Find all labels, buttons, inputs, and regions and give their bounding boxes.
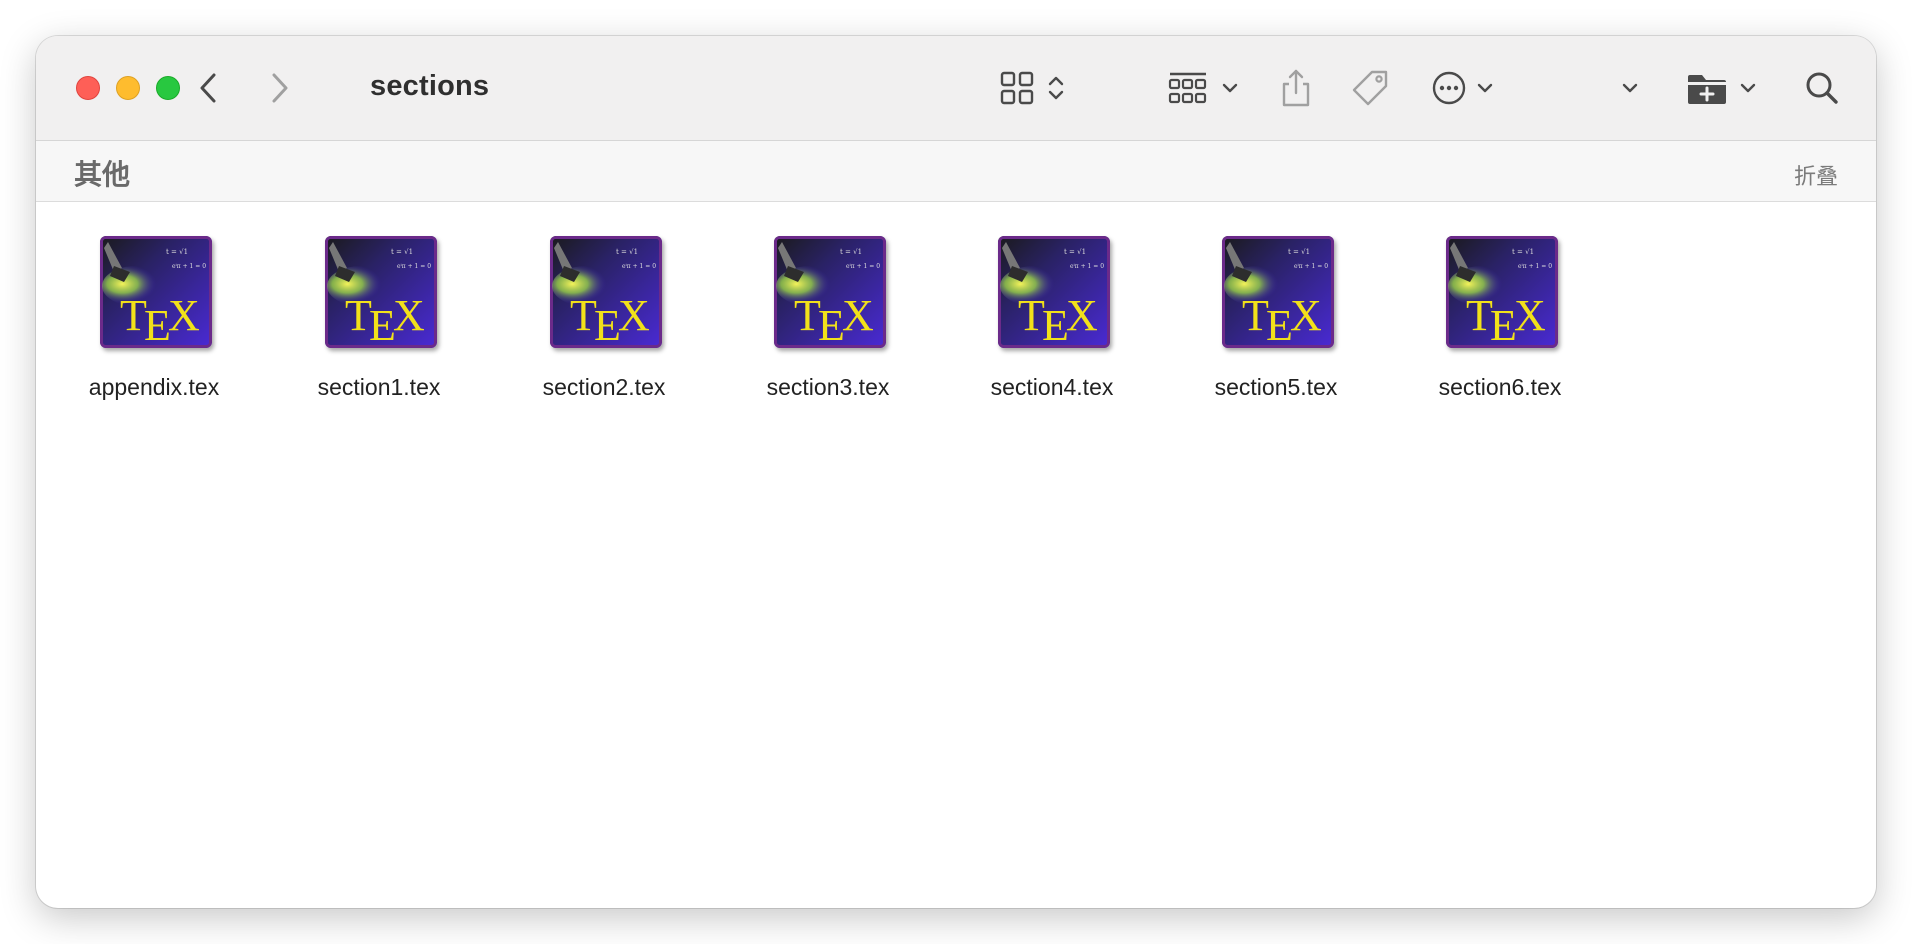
new-folder-button[interactable] bbox=[1682, 64, 1766, 112]
svg-text:E: E bbox=[818, 301, 845, 348]
search-button[interactable] bbox=[1798, 64, 1846, 112]
toolbar-overflow-button[interactable] bbox=[1608, 66, 1652, 110]
svg-text:T: T bbox=[1018, 291, 1045, 340]
svg-text:X: X bbox=[168, 291, 200, 340]
file-name: section6.tex bbox=[1438, 374, 1562, 400]
tex-file-icon: t = √1 eⁱπ + 1 = 0 T E X bbox=[1222, 236, 1334, 348]
svg-text:E: E bbox=[369, 301, 396, 348]
svg-text:eⁱπ + 1 = 0: eⁱπ + 1 = 0 bbox=[1518, 263, 1552, 270]
chevron-right-icon bbox=[272, 73, 288, 103]
group-title: 其他 bbox=[74, 159, 131, 190]
file-item[interactable]: t = √1 eⁱπ + 1 = 0 T E X section1.tex bbox=[279, 236, 479, 400]
svg-text:eⁱπ + 1 = 0: eⁱπ + 1 = 0 bbox=[397, 263, 431, 270]
svg-text:t = √1: t = √1 bbox=[391, 248, 413, 256]
search-icon bbox=[1806, 72, 1838, 104]
svg-text:t = √1: t = √1 bbox=[1064, 248, 1086, 256]
svg-text:t = √1: t = √1 bbox=[616, 248, 638, 256]
svg-text:E: E bbox=[594, 301, 621, 348]
svg-text:eⁱπ + 1 = 0: eⁱπ + 1 = 0 bbox=[172, 263, 206, 270]
svg-text:E: E bbox=[1042, 301, 1069, 348]
svg-text:t = √1: t = √1 bbox=[840, 248, 862, 256]
finder-window: sections 其他 折叠 t = √1 eⁱπ + 1 = 0 T E X … bbox=[36, 36, 1876, 908]
tex-file-icon: t = √1 eⁱπ + 1 = 0 T E X bbox=[1446, 236, 1558, 348]
file-item[interactable]: t = √1 eⁱπ + 1 = 0 T E X section4.tex bbox=[952, 236, 1152, 400]
file-name: section5.tex bbox=[1214, 374, 1338, 400]
svg-text:X: X bbox=[1066, 291, 1098, 340]
svg-text:T: T bbox=[1466, 291, 1493, 340]
tex-file-icon: t = √1 eⁱπ + 1 = 0 T E X bbox=[774, 236, 886, 348]
svg-text:t = √1: t = √1 bbox=[1512, 248, 1534, 256]
view-mode-button[interactable] bbox=[980, 66, 1090, 110]
svg-text:E: E bbox=[144, 301, 171, 348]
svg-text:T: T bbox=[120, 291, 147, 340]
file-item[interactable]: t = √1 eⁱπ + 1 = 0 T E X section3.tex bbox=[728, 236, 928, 400]
folder-plus-icon bbox=[1688, 75, 1756, 104]
action-menu-button[interactable] bbox=[1428, 66, 1504, 110]
svg-text:t = √1: t = √1 bbox=[166, 248, 188, 256]
minimize-button[interactable] bbox=[116, 76, 140, 100]
svg-text:X: X bbox=[393, 291, 425, 340]
close-button[interactable] bbox=[76, 76, 100, 100]
collapse-button[interactable]: 折叠 bbox=[1794, 159, 1838, 191]
file-name: section2.tex bbox=[542, 374, 666, 400]
tag-button[interactable] bbox=[1346, 64, 1394, 112]
toolbar: sections bbox=[36, 36, 1876, 141]
icon-grid-icon bbox=[1000, 71, 1064, 105]
file-item[interactable]: t = √1 eⁱπ + 1 = 0 T E X appendix.tex bbox=[54, 236, 254, 400]
svg-text:E: E bbox=[1490, 301, 1517, 348]
file-item[interactable]: t = √1 eⁱπ + 1 = 0 T E X section5.tex bbox=[1176, 236, 1376, 400]
svg-text:t = √1: t = √1 bbox=[1288, 248, 1310, 256]
tex-file-icon: t = √1 eⁱπ + 1 = 0 T E X bbox=[100, 236, 212, 348]
file-name: section3.tex bbox=[766, 374, 890, 400]
svg-text:T: T bbox=[570, 291, 597, 340]
file-item[interactable]: t = √1 eⁱπ + 1 = 0 T E X section6.tex bbox=[1400, 236, 1600, 400]
file-item[interactable]: t = √1 eⁱπ + 1 = 0 T E X section2.tex bbox=[504, 236, 704, 400]
group-by-icon bbox=[1168, 72, 1238, 104]
share-icon bbox=[1282, 69, 1310, 107]
file-name: appendix.tex bbox=[88, 374, 220, 400]
tex-file-icon: t = √1 eⁱπ + 1 = 0 T E X bbox=[325, 236, 437, 348]
svg-text:eⁱπ + 1 = 0: eⁱπ + 1 = 0 bbox=[1070, 263, 1104, 270]
tex-file-icon: t = √1 eⁱπ + 1 = 0 T E X bbox=[998, 236, 1110, 348]
svg-text:X: X bbox=[618, 291, 650, 340]
svg-text:T: T bbox=[345, 291, 372, 340]
svg-text:E: E bbox=[1266, 301, 1293, 348]
file-name: section4.tex bbox=[990, 374, 1114, 400]
svg-text:eⁱπ + 1 = 0: eⁱπ + 1 = 0 bbox=[846, 263, 880, 270]
ellipsis-circle-icon bbox=[1432, 71, 1493, 105]
file-grid: t = √1 eⁱπ + 1 = 0 T E X appendix.tex t … bbox=[36, 202, 1876, 908]
window-title: sections bbox=[370, 70, 490, 102]
back-button[interactable] bbox=[190, 66, 226, 110]
group-header: 其他 折叠 bbox=[36, 141, 1876, 202]
share-button[interactable] bbox=[1274, 64, 1318, 112]
svg-text:X: X bbox=[842, 291, 874, 340]
svg-text:X: X bbox=[1290, 291, 1322, 340]
file-name: section1.tex bbox=[317, 374, 441, 400]
svg-text:eⁱπ + 1 = 0: eⁱπ + 1 = 0 bbox=[622, 263, 656, 270]
svg-text:X: X bbox=[1514, 291, 1546, 340]
maximize-button[interactable] bbox=[156, 76, 180, 100]
chevron-left-icon bbox=[200, 73, 216, 103]
tex-file-icon: t = √1 eⁱπ + 1 = 0 T E X bbox=[550, 236, 662, 348]
svg-text:T: T bbox=[794, 291, 821, 340]
svg-text:T: T bbox=[1242, 291, 1269, 340]
forward-button[interactable] bbox=[262, 66, 298, 110]
svg-text:eⁱπ + 1 = 0: eⁱπ + 1 = 0 bbox=[1294, 263, 1328, 270]
chevron-down-icon bbox=[1622, 83, 1638, 93]
tag-icon bbox=[1352, 70, 1388, 106]
group-by-button[interactable] bbox=[1154, 66, 1266, 110]
